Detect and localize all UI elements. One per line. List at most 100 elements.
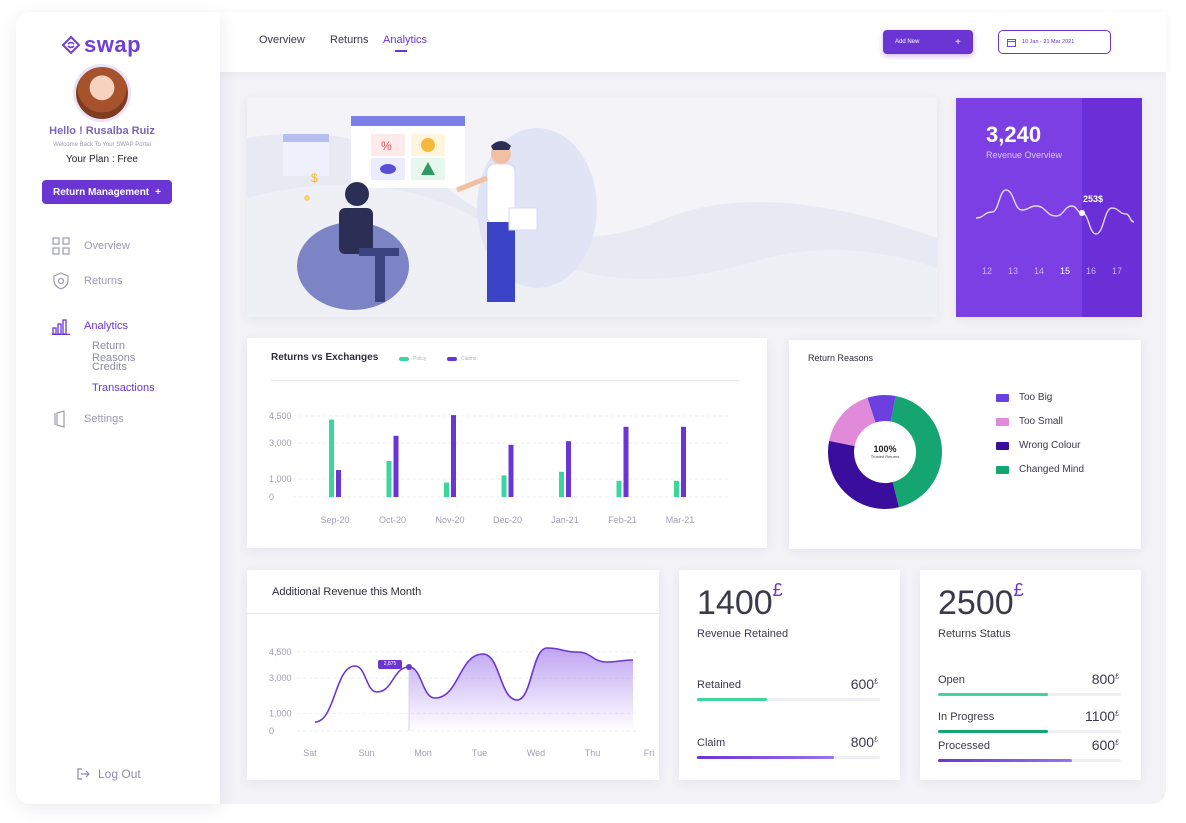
bar-policy[interactable] bbox=[559, 471, 564, 497]
sparkline-point[interactable] bbox=[1079, 210, 1085, 216]
bar-policy[interactable] bbox=[386, 461, 392, 497]
open-row-value: 800£ bbox=[1092, 671, 1119, 687]
hero-illustration: % $ bbox=[247, 116, 937, 317]
bar-policy[interactable] bbox=[501, 475, 507, 497]
legend-label: Changed Mind bbox=[1019, 464, 1085, 475]
brand-logo[interactable]: swap bbox=[62, 32, 141, 58]
sparkline bbox=[975, 189, 1135, 235]
logout-button[interactable]: Log Out bbox=[76, 767, 141, 781]
retained-label: Revenue Retained bbox=[697, 628, 789, 640]
donut-center-label: Trusted Returns bbox=[870, 454, 900, 459]
value: 800 bbox=[1091, 671, 1116, 687]
bar-policy[interactable] bbox=[674, 480, 679, 497]
bar-claims[interactable] bbox=[623, 426, 629, 497]
currency-symbol: £ bbox=[1115, 673, 1119, 681]
processed-progress bbox=[938, 759, 1121, 762]
bar-claims[interactable] bbox=[393, 435, 399, 497]
tab-overview[interactable]: Overview bbox=[259, 34, 305, 46]
revenue-overview-card[interactable]: 3,240 Revenue Overview 12 13 14 15 16 17 bbox=[956, 98, 1142, 317]
in-progress-progress bbox=[938, 730, 1121, 733]
bar-policy[interactable] bbox=[444, 482, 449, 497]
logout-label: Log Out bbox=[98, 767, 141, 781]
sidebar-item-label: Returns bbox=[84, 275, 123, 287]
day-label[interactable]: 13 bbox=[1008, 266, 1018, 276]
bar-policy[interactable] bbox=[329, 419, 334, 497]
claim-row-value: 800£ bbox=[851, 734, 878, 750]
date-range-text: 10 Jan - 21 Mar 2021 bbox=[1022, 39, 1075, 45]
plus-icon: + bbox=[155, 186, 161, 198]
grid-icon bbox=[52, 237, 70, 255]
progress-fill bbox=[938, 693, 1048, 696]
retained-row-label: Retained bbox=[697, 679, 742, 691]
chart-point[interactable] bbox=[406, 664, 412, 670]
value: 600 bbox=[1091, 737, 1116, 753]
value: 1100 bbox=[1084, 708, 1116, 724]
settings-icon bbox=[54, 410, 65, 428]
sidebar-item-settings[interactable]: Settings bbox=[52, 410, 202, 428]
bar-claims[interactable] bbox=[566, 441, 571, 497]
bar-claims[interactable] bbox=[451, 415, 456, 497]
revenue-retained-card: 1400£ Revenue Retained Retained 600£ Cla… bbox=[679, 570, 900, 780]
x-tick-label: Nov-20 bbox=[435, 515, 464, 525]
status-value: 2500 bbox=[938, 584, 1014, 622]
revenue-sparkline bbox=[975, 189, 1135, 235]
hero-banner: % $ bbox=[247, 98, 937, 317]
open-row-label: Open bbox=[938, 674, 965, 686]
retained-total: 1400£ bbox=[697, 580, 783, 623]
plus-icon: + bbox=[955, 36, 961, 48]
shield-icon bbox=[53, 272, 69, 290]
bar-claims[interactable] bbox=[336, 470, 341, 497]
bar-policy[interactable] bbox=[616, 480, 622, 497]
subnav-credits[interactable]: Credits bbox=[92, 361, 127, 373]
donut-center: 100% Trusted Returns bbox=[855, 444, 915, 459]
day-label[interactable]: 12 bbox=[982, 266, 992, 276]
bar-claims[interactable] bbox=[681, 426, 686, 497]
x-tick-label: Fri bbox=[644, 748, 655, 758]
user-greeting: Hello ! Rusalba Ruiz bbox=[49, 125, 155, 137]
date-range-picker[interactable]: 10 Jan - 21 Mar 2021 bbox=[998, 30, 1111, 54]
tab-returns[interactable]: Returns bbox=[330, 34, 369, 46]
day-label[interactable]: 14 bbox=[1034, 266, 1044, 276]
subnav-transactions[interactable]: Transactions bbox=[92, 382, 155, 394]
bar-claims[interactable] bbox=[508, 444, 514, 497]
legend-label: Too Big bbox=[1019, 392, 1053, 403]
return-management-label: Return Management bbox=[53, 186, 150, 198]
tab-analytics[interactable]: Analytics bbox=[383, 34, 427, 46]
value: 600 bbox=[850, 676, 875, 692]
returns-vs-exchanges-card: Returns vs Exchanges Policy Claims 4,500… bbox=[247, 338, 767, 548]
legend-wrong-colour: Wrong Colour bbox=[996, 440, 1081, 451]
day-label[interactable]: 17 bbox=[1112, 266, 1122, 276]
x-tick-label: Feb-21 bbox=[608, 515, 637, 525]
brand-name: swap bbox=[84, 32, 142, 57]
day-label[interactable]: 16 bbox=[1086, 266, 1096, 276]
return-management-button[interactable]: Return Management + bbox=[42, 180, 172, 204]
revenue-point-label: 253$ bbox=[1083, 194, 1104, 204]
y-tick-label: 4,500 bbox=[269, 411, 292, 421]
y-tick-label: 4,500 bbox=[269, 647, 292, 657]
additional-revenue-chart: 4,500 3,000 1,000 0 Sat Sun Mon Tue Wed Thu Fri bbox=[269, 647, 655, 758]
day-label-selected[interactable]: 15 bbox=[1060, 266, 1070, 276]
svg-text:%: % bbox=[381, 139, 392, 153]
add-new-button[interactable]: Add New + bbox=[883, 30, 973, 54]
y-tick-label: 0 bbox=[269, 492, 274, 502]
sidebar: swap Hello ! Rusalba Ruiz Welcome Back T… bbox=[16, 12, 220, 804]
return-reasons-card: Return Reasons 100% Trusted Returns Too … bbox=[789, 340, 1141, 549]
status-total: 2500£ bbox=[938, 580, 1024, 623]
avatar[interactable] bbox=[73, 64, 131, 122]
status-label: Returns Status bbox=[938, 628, 1011, 640]
sidebar-item-analytics[interactable]: Analytics bbox=[52, 317, 202, 335]
progress-fill bbox=[697, 698, 767, 701]
x-tick-label: Thu bbox=[585, 748, 601, 758]
logout-icon bbox=[77, 768, 90, 780]
retained-progress bbox=[697, 698, 880, 701]
legend-label: Too Small bbox=[1019, 416, 1063, 427]
sidebar-item-overview[interactable]: Overview bbox=[52, 237, 202, 255]
y-tick-label: 1,000 bbox=[269, 708, 292, 718]
processed-row-value: 600£ bbox=[1092, 737, 1119, 753]
claim-row-label: Claim bbox=[697, 737, 726, 749]
chart-tooltip: 2,875 bbox=[378, 660, 402, 669]
plan-text: Your Plan : Free bbox=[66, 154, 138, 165]
sidebar-item-returns[interactable]: Returns bbox=[52, 272, 202, 290]
sidebar-item-label: Settings bbox=[84, 413, 124, 425]
y-tick-label: 3,000 bbox=[269, 673, 292, 683]
